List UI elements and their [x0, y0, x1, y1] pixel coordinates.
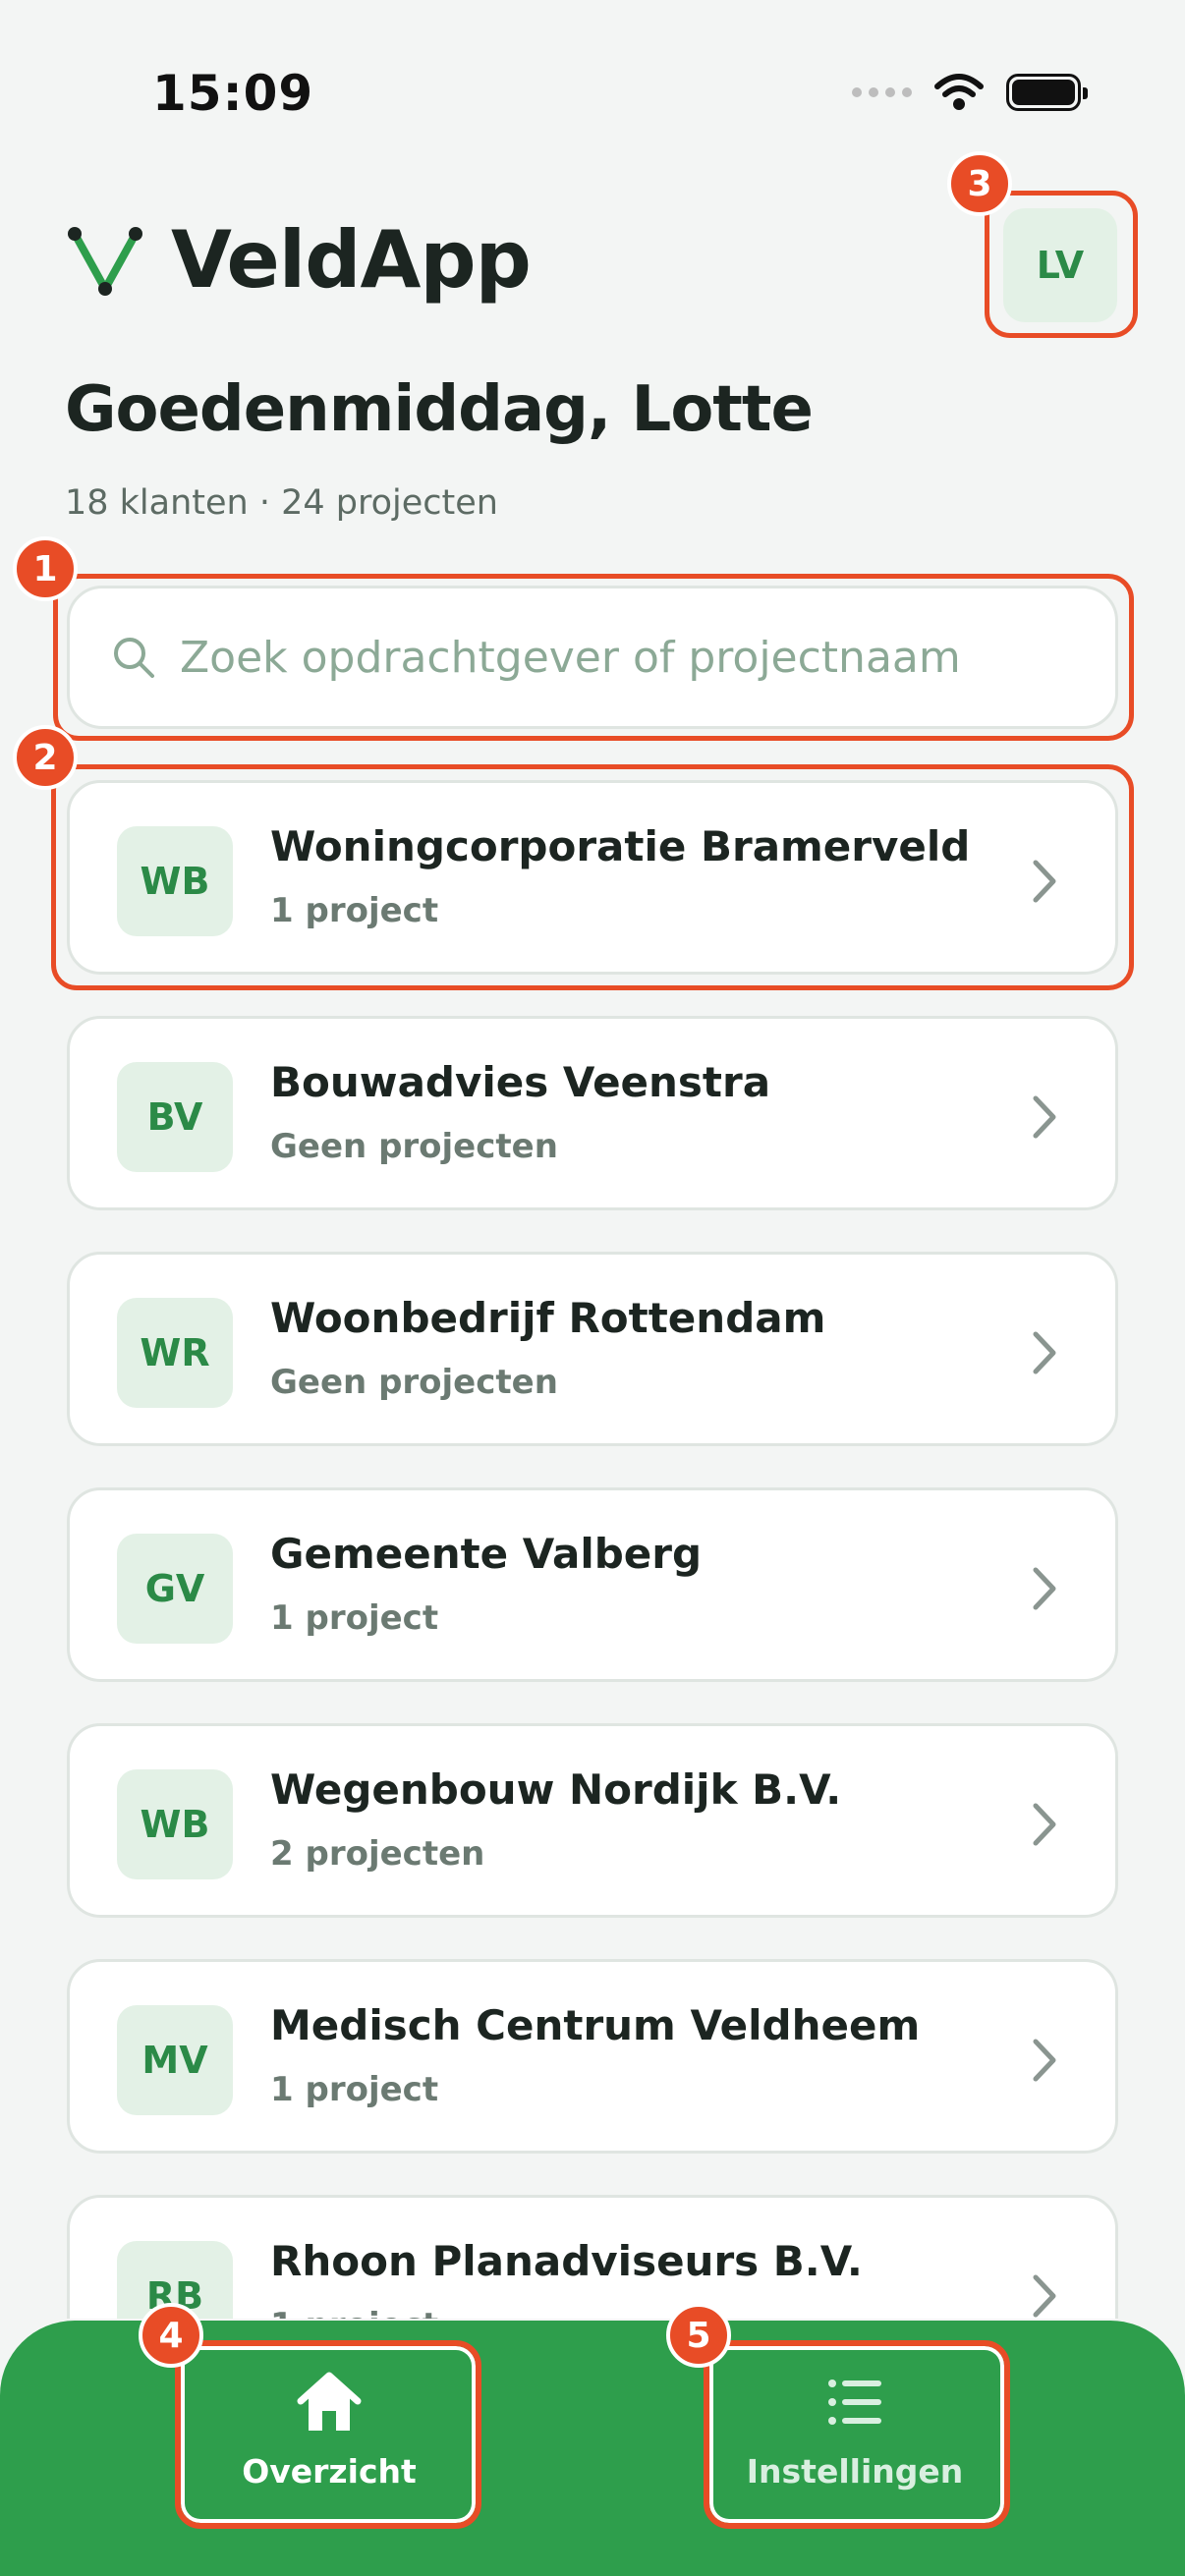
home-icon [297, 2372, 362, 2431]
search-placeholder: Zoek opdrachtgever of projectnaam [180, 632, 961, 683]
client-card-woonbedrijf-rottendam[interactable]: WR Woonbedrijf Rottendam Geen projecten [67, 1252, 1118, 1446]
list-icon [828, 2379, 881, 2425]
annotation-badge-5: 5 [666, 2303, 731, 2368]
client-name: Woonbedrijf Rottendam [270, 1294, 826, 1342]
client-name: Woningcorporatie Bramerveld [270, 822, 971, 870]
client-project-count: 2 projecten [270, 1834, 485, 1874]
chevron-right-icon [1033, 1095, 1056, 1139]
client-project-count: 1 project [270, 2306, 438, 2319]
client-card-wegenbouw-nordijk[interactable]: WB Wegenbouw Nordijk B.V. 2 projecten [67, 1723, 1118, 1918]
veldapp-logo-icon [68, 227, 142, 296]
nav-instellingen[interactable]: Instellingen [712, 2346, 997, 2513]
search-icon [114, 638, 154, 678]
client-initials: WR [117, 1298, 233, 1408]
client-name: Bouwadvies Veenstra [270, 1058, 771, 1106]
chevron-right-icon [1033, 860, 1056, 903]
nav-overzicht[interactable]: Overzicht [187, 2346, 472, 2513]
nav-label: Instellingen [746, 2451, 964, 2491]
client-initials: GV [117, 1534, 233, 1644]
chevron-right-icon [1033, 1803, 1056, 1846]
client-project-count: Geen projecten [270, 1127, 558, 1166]
client-card-woningcorporatie-bramerveld[interactable]: WB Woningcorporatie Bramerveld 1 project [67, 780, 1118, 975]
status-time: 15:09 [152, 65, 314, 122]
client-initials: WB [117, 826, 233, 936]
annotation-badge-2: 2 [13, 725, 78, 790]
client-initials: BV [117, 1062, 233, 1172]
client-card-bouwadvies-veenstra[interactable]: BV Bouwadvies Veenstra Geen projecten [67, 1016, 1118, 1210]
summary-stats: 18 klanten · 24 projecten [65, 483, 498, 523]
client-card-rhoon-planadviseurs[interactable]: RB Rhoon Planadviseurs B.V. 1 project [67, 2195, 1118, 2319]
client-name: Wegenbouw Nordijk B.V. [270, 1765, 842, 1814]
client-name: Medisch Centrum Veldheem [270, 2001, 921, 2049]
annotation-badge-4: 4 [139, 2303, 203, 2368]
app-title: VeldApp [171, 214, 532, 306]
annotation-badge-3: 3 [947, 151, 1012, 216]
client-card-medisch-centrum-veldheem[interactable]: MV Medisch Centrum Veldheem 1 project [67, 1959, 1118, 2154]
chevron-right-icon [1033, 2274, 1056, 2318]
client-project-count: 1 project [270, 891, 439, 930]
battery-icon [1006, 74, 1088, 111]
search-input[interactable]: Zoek opdrachtgever of projectnaam [67, 586, 1118, 729]
status-icons [852, 73, 1088, 112]
client-project-count: 1 project [270, 1598, 439, 1638]
wifi-icon [934, 74, 984, 110]
client-list[interactable]: WB Woningcorporatie Bramerveld 1 project… [67, 780, 1118, 2319]
chevron-right-icon [1033, 2039, 1056, 2082]
profile-avatar-button[interactable]: LV [1003, 208, 1117, 322]
client-initials: WB [117, 1769, 233, 1879]
client-name: Gemeente Valberg [270, 1530, 703, 1578]
client-name: Rhoon Planadviseurs B.V. [270, 2237, 863, 2285]
client-project-count: 1 project [270, 2070, 439, 2109]
chevron-right-icon [1033, 1567, 1056, 1610]
annotation-badge-1: 1 [13, 536, 78, 601]
client-card-gemeente-valberg[interactable]: GV Gemeente Valberg 1 project [67, 1487, 1118, 1682]
chevron-right-icon [1033, 1331, 1056, 1374]
page-title: Goedenmiddag, Lotte [65, 373, 814, 446]
nav-label: Overzicht [242, 2451, 417, 2491]
client-project-count: Geen projecten [270, 1363, 558, 1402]
cellular-signal-icon [852, 87, 912, 97]
client-initials: MV [117, 2005, 233, 2115]
